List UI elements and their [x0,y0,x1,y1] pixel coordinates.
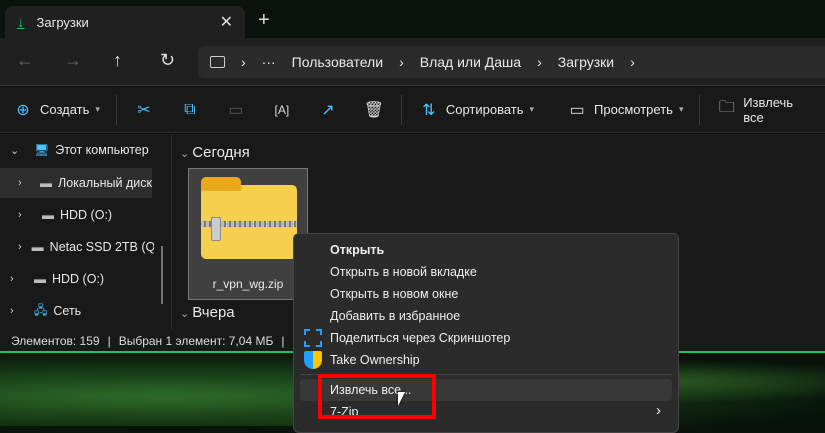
mouse-cursor-icon [398,392,405,406]
chevron-right-icon: › [18,177,22,189]
sidebar-item-label: Сеть [53,304,82,318]
tab-bar: ↓ Загрузки ✕ + [0,0,825,38]
breadcrumb-separator: › [399,54,404,70]
chevron-down-icon: ▾ [678,104,684,114]
sidebar-item-this-pc[interactable]: ⌄ 🖥 Этот компьютер [10,135,149,165]
breadcrumb-separator: › [241,54,246,70]
up-button[interactable]: ↑ [113,50,122,71]
create-button[interactable]: ⊕ Создать ▾ [0,95,112,125]
sidebar-item-label: Netac SSD 2TB (Q [49,240,154,254]
chevron-down-icon: ▾ [529,104,535,114]
file-name: r_vpn_wg.zip [212,277,284,291]
selection-info: Выбран 1 элемент: 7,04 МБ [118,333,274,348]
sidebar-item-local-disk[interactable]: › ▬ Локальный диск [0,168,152,198]
sort-label: Сортировать [445,102,524,117]
menu-item-open-new-window[interactable]: Открыть в новом окне [330,287,458,301]
navigation-bar: ← → ↑ ↻ › ··· Пользователи › Влад или Да… [0,38,825,86]
menu-item-open-new-tab[interactable]: Открыть в новой вкладке [330,265,477,279]
paste-icon[interactable]: ▭ [225,100,247,120]
item-count: Элементов: 159 [11,333,100,348]
delete-icon[interactable]: 🗑 [363,100,385,120]
copy-icon[interactable]: ⧉ [179,101,201,119]
view-icon: ▭ [569,101,585,119]
forward-button[interactable]: → [64,50,82,71]
back-button[interactable]: ← [16,50,34,71]
extract-folder-icon: 🗀 [718,99,735,116]
sidebar-item-label: Локальный диск [58,176,152,190]
status-separator: | [107,333,111,348]
breadcrumb-more[interactable]: ··· [262,54,276,70]
menu-item-add-favorites[interactable]: Добавить в избранное [330,309,460,323]
drive-icon: ▬ [40,176,52,190]
command-bar: ⊕ Создать ▾ ✂ ⧉ ▭ [A] ↗ 🗑 ⇅ Сортировать … [0,87,825,133]
divider [115,94,117,125]
group-header-yesterday[interactable]: ⌄ Вчера [180,304,235,321]
chevron-down-icon: ▾ [95,104,100,114]
sidebar-item-label: HDD (O:) [52,272,105,286]
new-tab-button[interactable]: + [258,9,270,32]
sidebar-scrollbar[interactable] [161,246,163,304]
cut-icon[interactable]: ✂ [133,100,155,120]
sidebar-item-network[interactable]: › 🖧 Сеть [10,296,81,326]
sidebar-item-hdd[interactable]: › ▬ HDD (O:) [18,200,112,230]
drive-icon: ▬ [34,272,46,286]
menu-item-share-screenshoter[interactable]: Поделиться через Скриншотер [330,331,510,345]
group-label: Вчера [192,304,235,321]
breadcrumb-user[interactable]: Влад или Даша [420,54,521,70]
computer-icon: 🖥 [34,143,50,157]
status-separator: | [281,333,285,348]
breadcrumb-users[interactable]: Пользователи [292,54,383,70]
zip-folder-icon [201,177,297,259]
plus-circle-icon: ⊕ [16,101,30,119]
screenshoter-icon [304,329,322,347]
chevron-right-icon: › [10,305,14,317]
view-button[interactable]: ▭ Просмотреть ▾ [554,95,695,125]
divider [699,94,701,125]
breadcrumb-downloads[interactable]: Загрузки [558,54,614,70]
rename-icon[interactable]: [A] [271,103,293,117]
chevron-right-icon: › [18,209,22,221]
chevron-right-icon: › [18,241,22,253]
sidebar-item-label: Этот компьютер [55,143,149,157]
drive-icon: ▬ [42,208,54,222]
sidebar-item-label: HDD (O:) [60,208,113,222]
highlight-annotation [318,374,436,419]
extract-all-label: Извлечь все [743,94,794,125]
sidebar-item-netac-ssd[interactable]: › ▬ Netac SSD 2TB (Q [18,232,154,262]
group-header-today[interactable]: ⌄ Сегодня [180,144,250,161]
group-label: Сегодня [192,144,250,161]
address-bar[interactable]: › ··· Пользователи › Влад или Даша › Заг… [198,46,825,78]
tab-title: Загрузки [36,14,89,30]
monitor-icon [210,56,225,68]
close-tab-button[interactable]: ✕ [220,12,233,32]
divider [400,94,402,125]
chevron-down-icon: ⌄ [10,144,20,157]
sort-button[interactable]: ⇅ Сортировать ▾ [406,95,546,125]
drive-icon: ▬ [31,240,44,254]
sort-icon: ⇅ [422,101,436,119]
view-label: Просмотреть [594,102,673,117]
extract-all-button[interactable]: 🗀 Извлечь все [704,95,825,125]
chevron-down-icon: ⌄ [180,308,193,320]
share-icon[interactable]: ↗ [317,100,339,120]
breadcrumb-separator: › [537,54,542,70]
breadcrumb-separator: › [630,54,635,70]
sidebar-item-hdd-2[interactable]: › ▬ HDD (O:) [10,264,104,294]
menu-item-take-ownership[interactable]: Take Ownership [330,353,420,367]
menu-item-open[interactable]: Открыть [330,243,384,257]
file-item-zip[interactable]: r_vpn_wg.zip [188,168,308,300]
navigation-pane: ⌄ 🖥 Этот компьютер › ▬ Локальный диск › ▬ HDD … [0,134,172,330]
chevron-right-icon: › [10,273,14,285]
download-icon: ↓ [17,13,25,31]
chevron-right-icon: › [656,402,661,419]
network-icon: 🖧 [34,302,48,317]
refresh-button[interactable]: ↻ [160,50,175,71]
create-label: Создать [40,102,90,117]
chevron-down-icon: ⌄ [180,148,193,160]
tab-downloads[interactable]: ↓ Загрузки ✕ [5,6,245,38]
shield-icon [304,351,322,369]
